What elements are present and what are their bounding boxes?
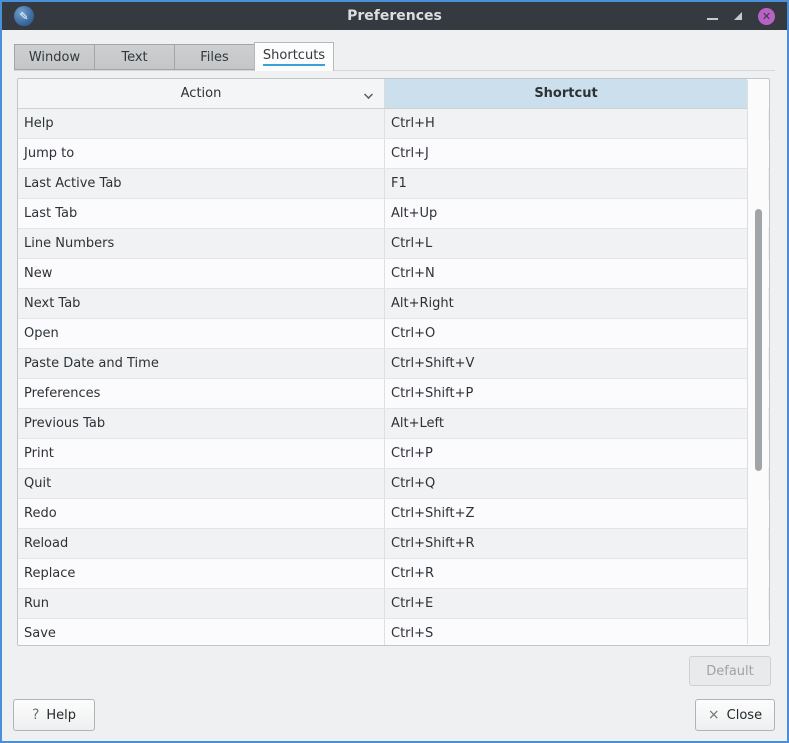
table-row[interactable]: Line NumbersCtrl+L — [18, 229, 769, 259]
chevron-down-icon — [364, 90, 372, 98]
close-button[interactable]: × Close — [695, 699, 775, 731]
table-row[interactable]: Next TabAlt+Right — [18, 289, 769, 319]
tab-text[interactable]: Text — [94, 44, 174, 70]
close-x-glyph-icon: × — [708, 707, 720, 723]
table-row[interactable]: HelpCtrl+H — [18, 109, 769, 139]
help-button[interactable]: ? Help — [13, 699, 95, 731]
column-header-action[interactable]: Action — [18, 79, 385, 109]
column-header-shortcut[interactable]: Shortcut — [385, 79, 747, 109]
preferences-dialog: ✎ Preferences ✕ Window Text Files Shortc… — [0, 0, 789, 743]
minimize-icon — [707, 18, 718, 20]
table-header: Action Shortcut — [18, 79, 769, 109]
window-controls: ✕ — [707, 2, 775, 30]
shortcuts-table: Action Shortcut HelpCtrl+H Jump toCtrl+J… — [17, 78, 770, 646]
question-mark-icon: ? — [32, 707, 39, 723]
titlebar: ✎ Preferences ✕ — [2, 2, 787, 30]
close-window-button[interactable]: ✕ — [758, 8, 775, 25]
table-body: HelpCtrl+H Jump toCtrl+J Last Active Tab… — [18, 109, 769, 646]
table-row[interactable]: RedoCtrl+Shift+Z — [18, 499, 769, 529]
table-row[interactable]: PreferencesCtrl+Shift+P — [18, 379, 769, 409]
table-row[interactable]: SaveCtrl+S — [18, 619, 769, 646]
tab-window[interactable]: Window — [14, 44, 94, 70]
window-title: Preferences — [2, 8, 787, 24]
table-row[interactable]: ReloadCtrl+Shift+R — [18, 529, 769, 559]
restore-icon — [732, 10, 744, 22]
restore-button[interactable] — [732, 10, 744, 22]
table-row[interactable]: Paste Date and TimeCtrl+Shift+V — [18, 349, 769, 379]
table-row[interactable]: OpenCtrl+O — [18, 319, 769, 349]
vertical-scrollbar[interactable] — [747, 80, 768, 644]
table-row[interactable]: RunCtrl+E — [18, 589, 769, 619]
tab-files[interactable]: Files — [174, 44, 254, 70]
table-row[interactable]: Previous TabAlt+Left — [18, 409, 769, 439]
table-row[interactable]: Jump toCtrl+J — [18, 139, 769, 169]
minimize-button[interactable] — [707, 12, 718, 20]
default-button[interactable]: Default — [689, 656, 771, 686]
table-row[interactable]: Last TabAlt+Up — [18, 199, 769, 229]
scrollbar-thumb[interactable] — [755, 209, 762, 471]
table-row[interactable]: PrintCtrl+P — [18, 439, 769, 469]
tab-shortcuts[interactable]: Shortcuts — [254, 42, 334, 71]
close-x-icon: ✕ — [762, 11, 771, 22]
table-row[interactable]: QuitCtrl+Q — [18, 469, 769, 499]
tab-bar: Window Text Files Shortcuts — [14, 42, 775, 71]
table-row[interactable]: NewCtrl+N — [18, 259, 769, 289]
table-row[interactable]: Last Active TabF1 — [18, 169, 769, 199]
table-row[interactable]: ReplaceCtrl+R — [18, 559, 769, 589]
